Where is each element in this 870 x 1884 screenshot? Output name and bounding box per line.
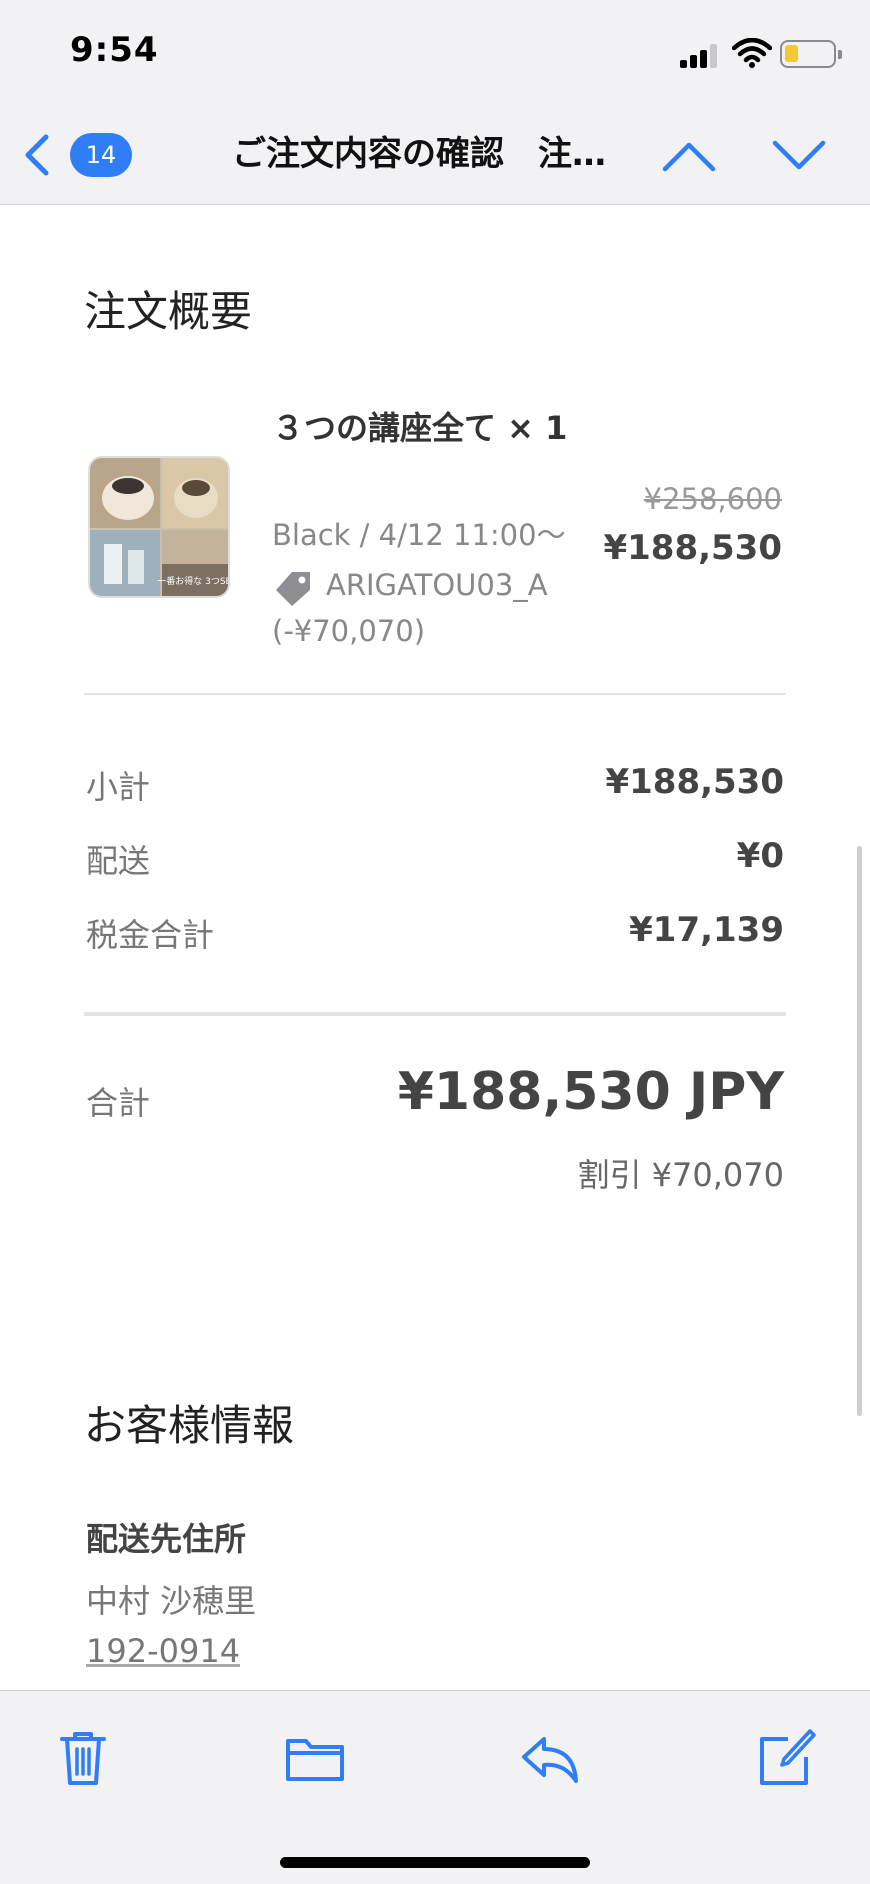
subtotal-value: ¥188,530 (605, 762, 784, 802)
mail-toolbar (0, 1690, 870, 1884)
trash-icon[interactable] (52, 1727, 114, 1789)
customer-info-heading: お客様情報 (84, 1401, 295, 1450)
subtotal-label: 小計 (86, 768, 151, 806)
customer-name: 中村 沙穂里 (86, 1582, 257, 1620)
home-indicator[interactable] (280, 1857, 590, 1868)
total-divider (84, 1012, 786, 1016)
status-time: 9:54 (70, 30, 159, 70)
shipping-address-heading: 配送先住所 (86, 1520, 247, 1558)
item-price: ¥188,530 (603, 528, 782, 568)
tax-total-label: 税金合計 (86, 916, 215, 954)
product-name: ３つの講座全て × 1 (272, 409, 568, 447)
thumbnail-caption: 一番お得な 3つSET (157, 575, 230, 587)
shipping-label: 配送 (86, 842, 151, 880)
shipping-value: ¥0 (736, 836, 784, 876)
total-label: 合計 (86, 1084, 151, 1122)
discount-code: ARIGATOU03_A (326, 568, 548, 602)
compose-icon[interactable] (754, 1727, 816, 1789)
wifi-icon (732, 38, 772, 68)
discount-savings: 割引 ¥70,070 (577, 1156, 784, 1194)
message-subject-title: ご注文内容の確認 注… (232, 134, 606, 174)
original-price: ¥258,600 (643, 482, 782, 516)
previous-message-icon[interactable] (660, 131, 718, 181)
total-value: ¥188,530 JPY (397, 1062, 784, 1122)
back-chevron-icon[interactable] (18, 131, 54, 179)
mail-nav-bar: 14 ご注文内容の確認 注… (0, 105, 870, 205)
next-message-icon[interactable] (770, 131, 828, 181)
tax-total-value: ¥17,139 (629, 910, 784, 950)
product-thumbnail: 一番お得な 3つSET (88, 456, 230, 598)
order-summary-heading: 注文概要 (84, 287, 253, 336)
scrollbar[interactable] (857, 846, 862, 1416)
email-body[interactable]: 注文概要 一番お得な 3つSET ３つの講座全て × 1 Black / 4/1… (0, 206, 870, 1690)
battery-icon (780, 40, 842, 68)
discount-tag-icon (276, 572, 310, 606)
status-bar: 9:54 (0, 0, 870, 105)
product-variant: Black / 4/12 11:00〜 (272, 518, 566, 552)
discount-amount: (-¥70,070) (272, 614, 426, 648)
divider (84, 693, 786, 695)
reply-icon[interactable] (520, 1727, 582, 1789)
product-photo-icon: 一番お得な 3つSET (90, 458, 230, 596)
folder-icon[interactable] (284, 1727, 346, 1789)
postal-code-link[interactable]: 192-0914 (86, 1632, 240, 1670)
cellular-signal-icon (680, 44, 720, 68)
unread-count-badge[interactable]: 14 (70, 133, 132, 177)
